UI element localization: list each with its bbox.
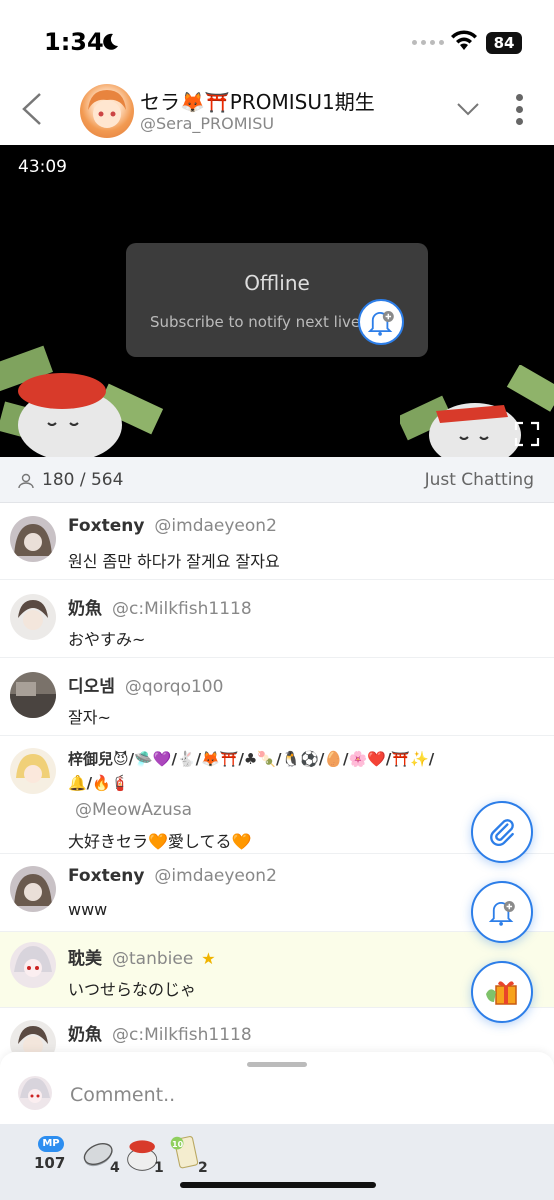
chevron-down-icon[interactable]	[456, 100, 480, 118]
status-time: 1:34	[44, 28, 104, 56]
offline-card: Offline Subscribe to notify next live	[126, 243, 428, 357]
chat-text: www	[68, 900, 108, 919]
item-tray: MP 107 4 1 10 2	[0, 1124, 554, 1200]
drag-handle[interactable]	[247, 1062, 307, 1067]
chat-handle: @c:Milkfish1118	[112, 1025, 252, 1045]
card-item[interactable]: 10 2	[168, 1132, 212, 1182]
comment-input[interactable]	[70, 1080, 530, 1110]
channel-name: セラ🦊⛩️PROMISU1期生	[140, 90, 375, 114]
viewer-icon	[18, 473, 34, 489]
status-bar: 1:34 84	[0, 0, 554, 80]
gift-button[interactable]	[471, 961, 533, 1023]
channel-handle: @Sera_PROMISU	[140, 114, 275, 133]
offline-subtitle: Subscribe to notify next live	[150, 313, 361, 331]
notify-button[interactable]	[471, 881, 533, 943]
chat-handle: @c:Milkfish1118	[112, 599, 252, 619]
chat-username: 梓御兒😈/🛸💜/🐇/🦊⛩️/♣🍡/🐧⚽/🥚/🌸❤️/⛩️✨/	[68, 750, 435, 768]
chat-message: Foxteny @imdaeyeon2 www	[0, 854, 554, 932]
user-avatar[interactable]	[10, 594, 56, 640]
chat-handle: @tanbiee	[112, 949, 194, 969]
chat-text: おやすみ~	[68, 630, 146, 649]
chat-message: Foxteny @imdaeyeon2 원신 좀만 하다가 잘게요 잘자요	[0, 504, 554, 580]
chat-username: 奶魚	[68, 599, 102, 619]
user-avatar[interactable]	[10, 748, 56, 794]
chat-text: いつせらなのじゃ	[68, 980, 197, 999]
card-badge: 10	[172, 1140, 184, 1149]
back-arrow-icon[interactable]	[20, 92, 44, 126]
signal-icon	[412, 40, 444, 48]
moon-icon	[103, 33, 118, 50]
viewer-count: 180 / 564	[42, 470, 124, 490]
chat-message: 奶魚 @c:Milkfish1118	[0, 1008, 554, 1052]
chat-text: 잘자~	[68, 708, 111, 727]
chat-handle: @imdaeyeon2	[154, 516, 277, 536]
fullscreen-icon[interactable]	[514, 421, 540, 447]
my-avatar	[18, 1076, 52, 1110]
attachment-button[interactable]	[471, 801, 533, 863]
offline-title: Offline	[244, 271, 310, 295]
paperclip-icon	[490, 819, 514, 847]
user-avatar[interactable]	[10, 672, 56, 718]
chat-text: 大好きセラ🧡愛してる🧡	[68, 832, 252, 851]
mp-value: 107	[34, 1154, 66, 1172]
chat-handle: @qorqo100	[124, 677, 224, 697]
chat-username: 耽美	[68, 949, 102, 969]
more-options-icon[interactable]	[516, 94, 526, 126]
subscribe-notify-button[interactable]	[358, 299, 404, 345]
stream-category[interactable]: Just Chatting	[425, 470, 534, 490]
channel-avatar[interactable]	[80, 84, 134, 138]
user-avatar[interactable]	[10, 516, 56, 562]
stream-timer: 43:09	[18, 157, 67, 177]
card-count: 2	[198, 1160, 208, 1176]
video-player[interactable]: 43:09 Offline Subscribe to notify next l…	[0, 145, 554, 457]
channel-header: セラ🦊⛩️PROMISU1期生 @Sera_PROMISU	[0, 80, 554, 142]
chat-username-continued: 🔔/🔥🧯	[68, 774, 130, 792]
stream-info-bar: 180 / 564 Just Chatting	[0, 457, 554, 503]
star-badge-icon: ★	[201, 949, 216, 968]
chat-username: 奶魚	[68, 1025, 102, 1045]
chat-handle: @imdaeyeon2	[154, 866, 277, 886]
battery-indicator: 84	[486, 32, 522, 54]
chat-handle: @MeowAzusa	[75, 800, 193, 820]
coin-item[interactable]: 4	[80, 1132, 124, 1182]
bell-plus-icon	[488, 901, 515, 926]
chat-list[interactable]: Foxteny @imdaeyeon2 원신 좀만 하다가 잘게요 잘자요 奶魚 @…	[0, 504, 554, 1052]
chat-text: 원신 좀만 하다가 잘게요 잘자요	[68, 552, 280, 571]
mp-points[interactable]: MP 107	[34, 1132, 70, 1182]
comment-composer	[0, 1052, 554, 1124]
user-avatar[interactable]	[10, 1020, 56, 1052]
gift-icon	[486, 981, 517, 1005]
bell-plus-icon	[367, 311, 394, 336]
wifi-icon	[451, 30, 477, 50]
chat-username: Foxteny	[68, 866, 145, 886]
user-avatar[interactable]	[10, 942, 56, 988]
mp-label: MP	[38, 1136, 64, 1152]
home-indicator[interactable]	[180, 1182, 376, 1188]
user-avatar[interactable]	[10, 866, 56, 912]
mascot-item[interactable]: 1	[124, 1132, 168, 1182]
chat-message: 奶魚 @c:Milkfish1118 おやすみ~	[0, 580, 554, 658]
chat-username: Foxteny	[68, 516, 145, 536]
chat-message: 디오넴 @qorqo100 잘자~	[0, 658, 554, 736]
coin-count: 4	[110, 1160, 120, 1176]
chat-username: 디오넴	[68, 677, 115, 697]
mascot-count: 1	[154, 1160, 164, 1176]
